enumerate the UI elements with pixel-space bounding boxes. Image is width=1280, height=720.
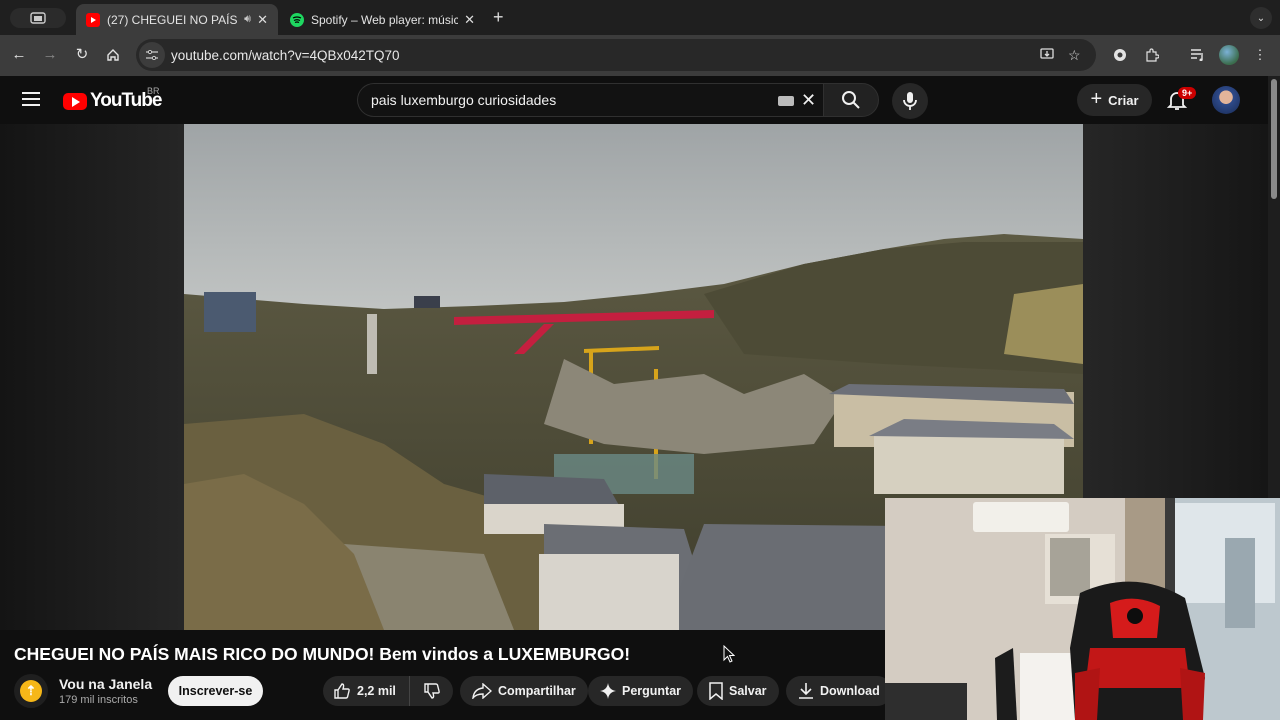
menu-icon[interactable] <box>22 92 40 106</box>
ask-label: Perguntar <box>622 684 682 698</box>
ask-button[interactable]: Perguntar <box>588 676 694 706</box>
ambient-left <box>0 124 184 630</box>
webcam-overlay <box>885 498 1280 720</box>
search-input[interactable] <box>371 92 751 108</box>
tab-groups-button[interactable] <box>10 8 66 28</box>
youtube-header: YouTube BR ✕ + Criar 9+ <box>0 76 1268 124</box>
thumbs-down-icon <box>423 683 440 699</box>
address-bar[interactable]: youtube.com/watch?v=4QBx042TQ70 ☆ <box>136 39 1096 71</box>
user-avatar[interactable] <box>1212 86 1240 114</box>
youtube-logo[interactable]: YouTube BR <box>63 86 162 112</box>
share-button[interactable]: Compartilhar <box>460 676 588 706</box>
new-tab-icon[interactable]: + <box>493 7 504 28</box>
dislike-button[interactable] <box>410 676 453 706</box>
tab-search-icon <box>30 12 46 24</box>
tab-title: Spotify – Web player: música <box>311 12 459 27</box>
browser-toolbar: ← → ↻ youtube.com/watch?v=4QBx042TQ70 ☆ … <box>0 35 1280 76</box>
plus-icon: + <box>1090 87 1103 110</box>
share-icon <box>472 683 492 699</box>
create-label: Criar <box>1108 92 1139 108</box>
like-dislike-group: 2,2 mil <box>323 676 453 706</box>
channel-avatar[interactable]: ⇡ <box>14 674 48 708</box>
scrollbar-thumb[interactable] <box>1271 79 1277 199</box>
search-button[interactable] <box>823 83 879 117</box>
create-button[interactable]: + Criar <box>1077 84 1152 116</box>
search-icon <box>842 91 860 109</box>
extensions-puzzle-icon[interactable] <box>1142 45 1162 65</box>
tab-youtube[interactable]: (27) CHEGUEI NO PAÍS M 🔊︎ ✕ <box>76 4 278 35</box>
voice-search-button[interactable] <box>892 83 928 119</box>
video-title: CHEGUEI NO PAÍS MAIS RICO DO MUNDO! Bem … <box>14 644 631 664</box>
install-app-icon[interactable] <box>1040 47 1054 64</box>
spotify-icon <box>290 12 304 27</box>
country-code: BR <box>147 86 160 96</box>
clear-search-icon[interactable]: ✕ <box>801 90 816 111</box>
browser-tab-strip: (27) CHEGUEI NO PAÍS M 🔊︎ ✕ Spotify – We… <box>0 0 1280 35</box>
mouse-cursor <box>723 645 735 663</box>
back-icon[interactable]: ← <box>9 45 29 65</box>
browser-profile-avatar[interactable] <box>1219 45 1239 65</box>
reload-icon[interactable]: ↻ <box>72 45 92 65</box>
share-label: Compartilhar <box>498 684 576 698</box>
subscriber-count: 179 mil inscritos <box>59 694 138 706</box>
microphone-icon <box>903 92 917 110</box>
youtube-play-icon <box>63 92 87 110</box>
tab-list-icon[interactable]: ⌄ <box>1250 7 1272 29</box>
like-count: 2,2 mil <box>357 684 396 698</box>
download-label: Download <box>820 684 880 698</box>
bookmark-star-icon[interactable]: ☆ <box>1068 47 1081 64</box>
like-button[interactable]: 2,2 mil <box>323 676 410 706</box>
download-icon <box>799 683 813 699</box>
thumbs-up-icon <box>334 683 350 699</box>
search-box[interactable]: ✕ <box>357 83 823 117</box>
media-controls-icon[interactable] <box>1188 45 1208 65</box>
keyboard-icon[interactable] <box>778 96 794 106</box>
site-info-icon[interactable] <box>139 42 165 68</box>
tab-title: (27) CHEGUEI NO PAÍS M <box>107 12 241 27</box>
download-button[interactable]: Download <box>786 676 892 706</box>
sparkle-icon <box>600 683 616 699</box>
video-info-bar: CHEGUEI NO PAÍS MAIS RICO DO MUNDO! Bem … <box>0 630 892 720</box>
tab-spotify[interactable]: Spotify – Web player: música ✕ <box>280 4 485 35</box>
notification-badge: 9+ <box>1178 87 1197 99</box>
browser-menu-icon[interactable]: ⋮ <box>1250 45 1270 65</box>
extension-record-icon[interactable] <box>1110 45 1130 65</box>
save-button[interactable]: Salvar <box>697 676 779 706</box>
channel-logo-icon: ⇡ <box>20 680 42 702</box>
close-tab-icon[interactable]: ✕ <box>257 12 268 28</box>
forward-icon[interactable]: → <box>40 45 60 65</box>
save-label: Salvar <box>729 684 767 698</box>
close-tab-icon[interactable]: ✕ <box>464 12 475 28</box>
subscribe-button[interactable]: Inscrever-se <box>168 676 263 706</box>
speaker-icon[interactable]: 🔊︎ <box>244 13 251 26</box>
url-text: youtube.com/watch?v=4QBx042TQ70 <box>171 47 400 63</box>
channel-name[interactable]: Vou na Janela <box>59 676 152 692</box>
bookmark-icon <box>709 682 723 700</box>
youtube-icon <box>86 12 100 27</box>
home-icon[interactable] <box>103 45 123 65</box>
